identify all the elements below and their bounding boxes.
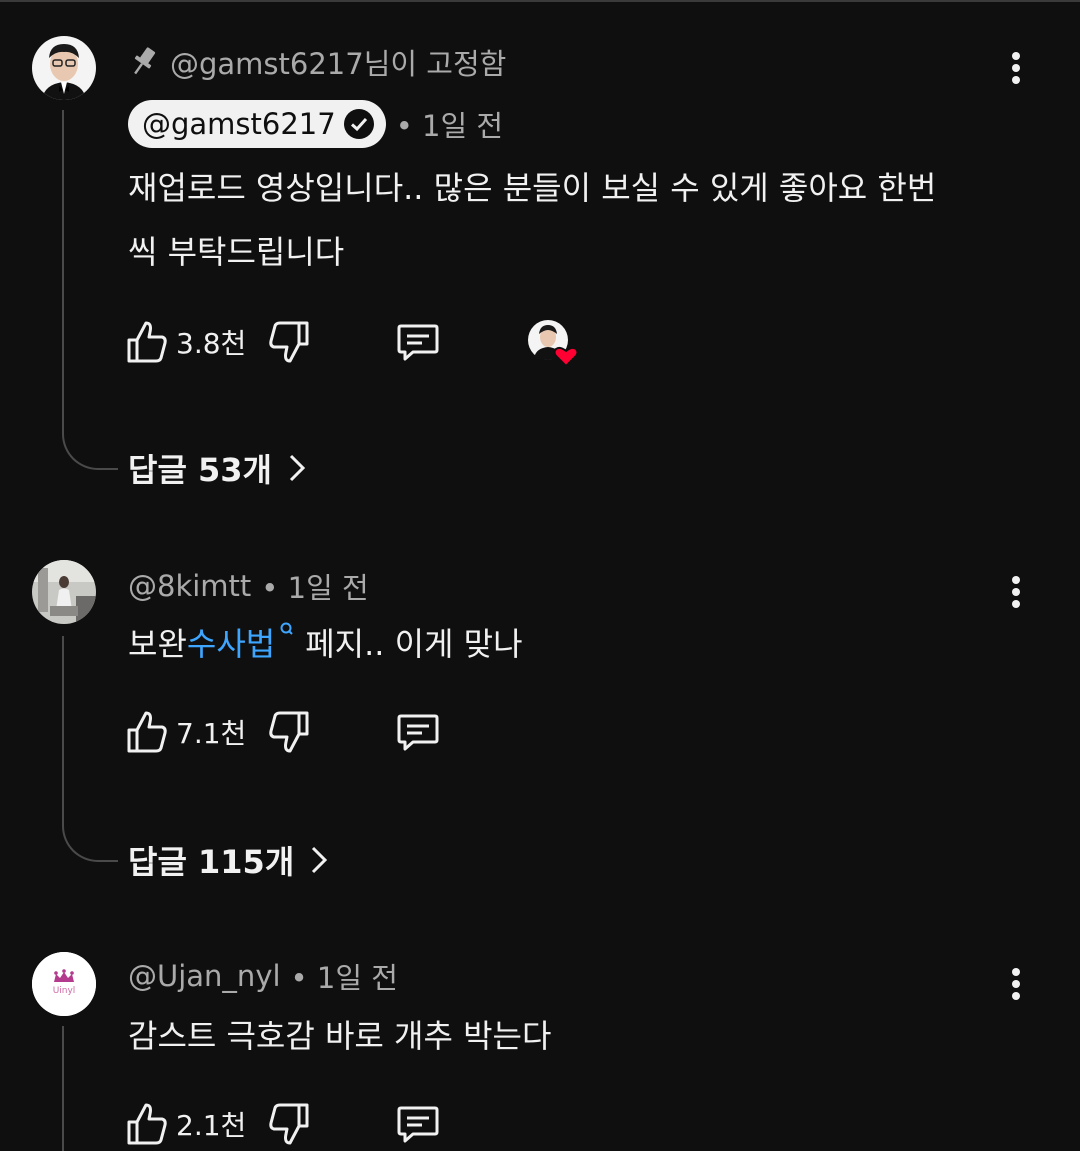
verified-check-icon xyxy=(343,109,374,139)
chevron-right-icon xyxy=(288,453,306,483)
comment-actions: 2.1천 xyxy=(126,1100,440,1148)
text-plain: 보완 xyxy=(128,625,187,663)
view-replies-button[interactable]: 답글 53개 xyxy=(128,446,306,490)
pinned-label: @gamst6217님이 고정함 xyxy=(128,40,506,84)
timestamp: • 1일 전 xyxy=(261,571,369,605)
text-plain: 페지.. 이게 맞나 xyxy=(305,625,523,663)
author-name: @gamst6217 xyxy=(142,107,336,141)
search-link-icon[interactable] xyxy=(279,622,295,638)
top-divider xyxy=(0,0,1080,2)
timestamp: • 1일 전 xyxy=(395,109,504,143)
avatar-logo-text: Uinyl xyxy=(53,986,76,996)
thread-curve xyxy=(62,418,118,470)
pinned-text: @gamst6217님이 고정함 xyxy=(170,47,507,81)
like-count: 3.8천 xyxy=(176,327,247,360)
replies-label: 답글 115개 xyxy=(128,843,295,881)
dislike-icon[interactable] xyxy=(268,710,310,754)
view-replies-button[interactable]: 답글 115개 xyxy=(128,838,328,882)
comment-meta: @8kimtt • 1일 전 xyxy=(128,564,369,608)
avatar[interactable] xyxy=(32,36,96,100)
comment-text-line1: 재업로드 영상입니다.. 많은 분들이 보실 수 있게 좋아요 한번 xyxy=(128,169,937,207)
reply-icon[interactable] xyxy=(396,1102,440,1146)
author-chip[interactable]: @gamst6217 xyxy=(128,100,386,148)
comment-text: 감스트 극호감 바로 개추 박는다 xyxy=(128,1017,552,1055)
chevron-right-icon xyxy=(310,845,328,875)
comment-meta: @gamst6217 • 1일 전 xyxy=(128,100,503,148)
more-options-button[interactable] xyxy=(1004,48,1028,88)
reply-icon[interactable] xyxy=(396,710,440,754)
comment-actions: 3.8천 xyxy=(126,318,582,368)
like-count: 7.1천 xyxy=(176,717,247,750)
more-options-button[interactable] xyxy=(1004,572,1028,612)
thread-curve xyxy=(62,810,118,862)
author-name[interactable]: @Ujan_nyl xyxy=(128,959,281,993)
comment-actions: 7.1천 xyxy=(126,708,440,756)
author-name[interactable]: @8kimtt xyxy=(128,569,251,603)
thread-line xyxy=(62,110,64,418)
reply-icon[interactable] xyxy=(396,320,440,364)
pin-icon xyxy=(128,45,158,79)
like-icon[interactable] xyxy=(126,1102,168,1146)
more-options-button[interactable] xyxy=(1004,964,1028,1004)
replies-label: 답글 53개 xyxy=(128,451,272,489)
thread-line xyxy=(62,636,64,810)
timestamp: • 1일 전 xyxy=(290,961,398,995)
dislike-icon[interactable] xyxy=(268,1102,310,1146)
comment-text: 보완수사법 페지.. 이게 맞나 xyxy=(128,612,523,676)
thread-line xyxy=(62,1026,64,1151)
dislike-icon[interactable] xyxy=(268,320,310,364)
avatar[interactable]: Uinyl xyxy=(32,952,96,1016)
avatar[interactable] xyxy=(32,560,96,624)
search-link[interactable]: 수사법 xyxy=(187,625,275,663)
like-count: 2.1천 xyxy=(176,1109,247,1142)
comment-text-line2: 씩 부탁드립니다 xyxy=(128,233,345,271)
comment-meta: @Ujan_nyl • 1일 전 xyxy=(128,954,398,998)
creator-heart-icon xyxy=(526,318,582,368)
like-icon[interactable] xyxy=(126,320,168,364)
like-icon[interactable] xyxy=(126,710,168,754)
